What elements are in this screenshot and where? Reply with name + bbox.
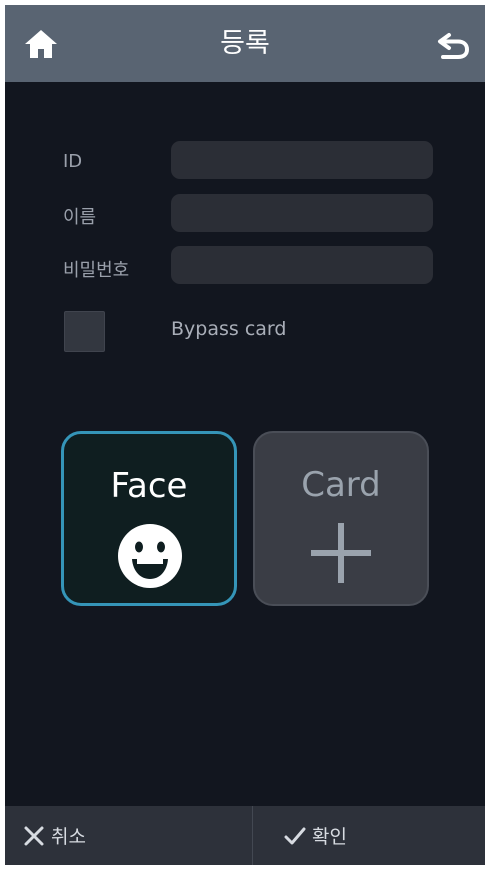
password-label: 비밀번호 xyxy=(63,260,130,281)
check-icon xyxy=(284,827,306,844)
name-field[interactable] xyxy=(171,194,433,232)
page-title: 등록 xyxy=(220,28,270,59)
x-icon xyxy=(24,826,44,845)
confirm-button[interactable]: 확인 xyxy=(284,806,347,865)
face-register-button[interactable]: Face xyxy=(61,431,237,606)
password-field[interactable] xyxy=(171,246,433,284)
id-label: ID xyxy=(63,151,83,172)
bypass-card-checkbox[interactable] xyxy=(64,311,105,352)
card-tile-label: Card xyxy=(301,465,381,505)
confirm-label: 확인 xyxy=(312,826,347,848)
face-tile-label: Face xyxy=(110,466,188,506)
header-bar: 등록 xyxy=(5,5,485,82)
footer-bar: 취소 확인 xyxy=(5,806,485,865)
plus-icon xyxy=(311,523,371,583)
cancel-label: 취소 xyxy=(51,826,86,848)
home-icon[interactable] xyxy=(23,27,59,61)
card-register-button[interactable]: Card xyxy=(253,431,429,606)
name-label: 이름 xyxy=(63,207,97,228)
screen: 등록 ID 이름 비밀번호 Bypass card Face Card 취소 확… xyxy=(5,5,485,865)
bypass-card-label: Bypass card xyxy=(171,318,287,340)
id-field[interactable] xyxy=(171,141,433,179)
footer-divider xyxy=(252,806,253,865)
undo-arrow-icon[interactable] xyxy=(437,29,471,61)
cancel-button[interactable]: 취소 xyxy=(23,806,86,865)
smiley-face-icon xyxy=(118,524,182,588)
